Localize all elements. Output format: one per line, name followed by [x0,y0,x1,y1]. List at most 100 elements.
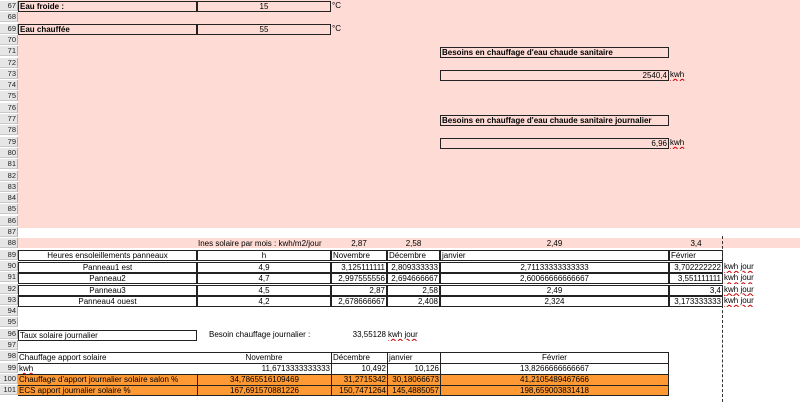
panel-value[interactable]: 3,4 [669,284,723,296]
daily-need-label[interactable]: Besoin chauffage journalier : [208,330,331,341]
cold-water-value[interactable]: 15 [197,1,331,12]
row-header[interactable]: 73 [0,68,18,79]
panel-value[interactable]: 2,87 [331,284,387,296]
ecs-jan[interactable]: 145,4885057 [387,385,440,396]
row-header[interactable]: 100 [0,373,18,384]
salon-dec[interactable]: 31,2715342 [331,374,387,385]
panels-header-label[interactable]: Heures ensoleillements panneaux [18,250,197,261]
panel-value[interactable]: 2,71133333333333 [440,262,669,273]
row-header[interactable]: 81 [0,159,18,170]
daily-needs-title[interactable]: Besoins en chauffage d'eau chaude sanita… [440,115,669,126]
total-needs-unit[interactable]: kwh [669,70,699,81]
row-header[interactable]: 82 [0,170,18,181]
panel-name[interactable]: Panneau3 [18,284,197,296]
row-header[interactable]: 95 [0,317,18,328]
insolation-dec[interactable]: 2,58 [387,239,440,250]
supply-month-dec[interactable]: Décembre [331,352,387,363]
supply-kwh-nov[interactable]: 11,6713333333333 [197,363,331,374]
row-header[interactable]: 68 [0,12,18,23]
row-header[interactable]: 99 [0,362,18,373]
panel-unit[interactable]: kwh jour [723,262,773,273]
hot-water-unit[interactable]: °C [331,24,361,35]
panel-name[interactable]: Panneau1 est [18,262,197,273]
row-header[interactable]: 83 [0,181,18,192]
total-needs-title[interactable]: Besoins en chauffage d'eau chaude sanita… [440,47,669,58]
panel-name[interactable]: Panneau2 [18,273,197,285]
row-header[interactable]: 92 [0,283,18,294]
ecs-dec[interactable]: 150,7471264 [331,385,387,396]
daily-need-unit[interactable]: kwh jour [387,330,440,341]
row-header[interactable]: 90 [0,260,18,271]
row-header[interactable]: 94 [0,306,18,317]
panel-unit[interactable]: kwh jour [723,285,773,296]
panels-month-feb[interactable]: Février [669,250,723,261]
total-needs-value[interactable]: 2540,4 [440,70,669,81]
row-header[interactable]: 77 [0,114,18,124]
row-header[interactable]: 85 [0,204,18,215]
row-header[interactable]: 69 [0,23,18,34]
supply-kwh-label[interactable]: kwh [18,363,197,374]
panel-value[interactable]: 2,324 [440,295,669,307]
supply-header-label[interactable]: Chauffage apport solaire [18,352,197,363]
row-header[interactable]: 75 [0,91,18,102]
supply-month-nov[interactable]: Novembre [197,352,331,363]
row-header[interactable]: 78 [0,125,18,136]
panel-value[interactable]: 3,173333333 [669,295,723,307]
panels-month-jan[interactable]: janvier [440,250,669,261]
row-header[interactable]: 84 [0,193,18,204]
ecs-nov[interactable]: 167,691570881226 [197,385,331,396]
panel-value[interactable]: 3,551111111 [669,273,723,285]
panel-name[interactable]: Panneau4 ouest [18,295,197,307]
panels-header-unit[interactable]: h [197,250,331,261]
panel-hours[interactable]: 4,2 [197,295,331,307]
row-header[interactable]: 91 [0,272,18,283]
ecs-feb[interactable]: 198,659003831418 [440,385,669,396]
daily-needs-unit[interactable]: kwh [669,138,699,149]
row-header[interactable]: 98 [0,351,18,362]
panels-month-dec[interactable]: Décembre [387,250,440,261]
row-header[interactable]: 76 [0,102,18,113]
row-header[interactable]: 86 [0,215,18,226]
panel-value[interactable]: 2,997555556 [331,273,387,285]
panel-hours[interactable]: 4,9 [197,262,331,273]
row-header[interactable]: 88 [0,238,18,249]
panel-hours[interactable]: 4,7 [197,273,331,285]
row-header[interactable]: 67 [0,1,18,11]
row-header[interactable]: 74 [0,80,18,91]
row-header[interactable]: 87 [0,227,18,237]
panel-value[interactable]: 2,809333333 [387,262,440,273]
panel-value[interactable]: 2,694666667 [387,273,440,285]
panel-value[interactable]: 2,58 [387,284,440,296]
ecs-label[interactable]: ECS apport journalier solaire % [18,385,197,396]
solar-rate-label[interactable]: Taux solaire journalier [18,330,197,341]
insolation-jan[interactable]: 2,49 [440,239,669,250]
panel-value[interactable]: 2,408 [387,295,440,307]
salon-label[interactable]: Chauffage d'apport journalier solaire sa… [18,374,197,385]
salon-nov[interactable]: 34,7865516109469 [197,374,331,385]
row-header[interactable]: 79 [0,136,18,147]
row-header[interactable]: 97 [0,340,18,350]
supply-kwh-dec[interactable]: 10,492 [331,363,387,374]
row-header[interactable]: 89 [0,249,18,260]
cold-water-unit[interactable]: °C [331,1,361,12]
supply-month-feb[interactable]: Février [440,352,669,363]
hot-water-value[interactable]: 55 [197,24,331,35]
insolation-feb[interactable]: 3,4 [669,239,723,250]
panel-hours[interactable]: 4,5 [197,284,331,296]
daily-need-value[interactable]: 33,55128 [331,330,387,341]
supply-month-jan[interactable]: janvier [387,352,440,363]
row-header[interactable]: 96 [0,328,18,339]
panel-value[interactable]: 2,60066666666667 [440,273,669,285]
hot-water-label[interactable]: Eau chauffée [18,24,197,35]
panel-value[interactable]: 2,49 [440,284,669,296]
cold-water-label[interactable]: Eau froide : [18,1,197,12]
panel-value[interactable]: 3,702222222 [669,262,723,273]
row-header[interactable]: 93 [0,294,18,305]
panel-value[interactable]: 3,125111111 [331,262,387,273]
row-header[interactable]: 72 [0,57,18,68]
insolation-nov[interactable]: 2,87 [331,239,387,250]
row-header[interactable]: 101 [0,385,18,396]
salon-feb[interactable]: 41,2105489467666 [440,374,669,385]
row-header[interactable]: 70 [0,34,18,45]
row-header[interactable]: 71 [0,46,18,57]
